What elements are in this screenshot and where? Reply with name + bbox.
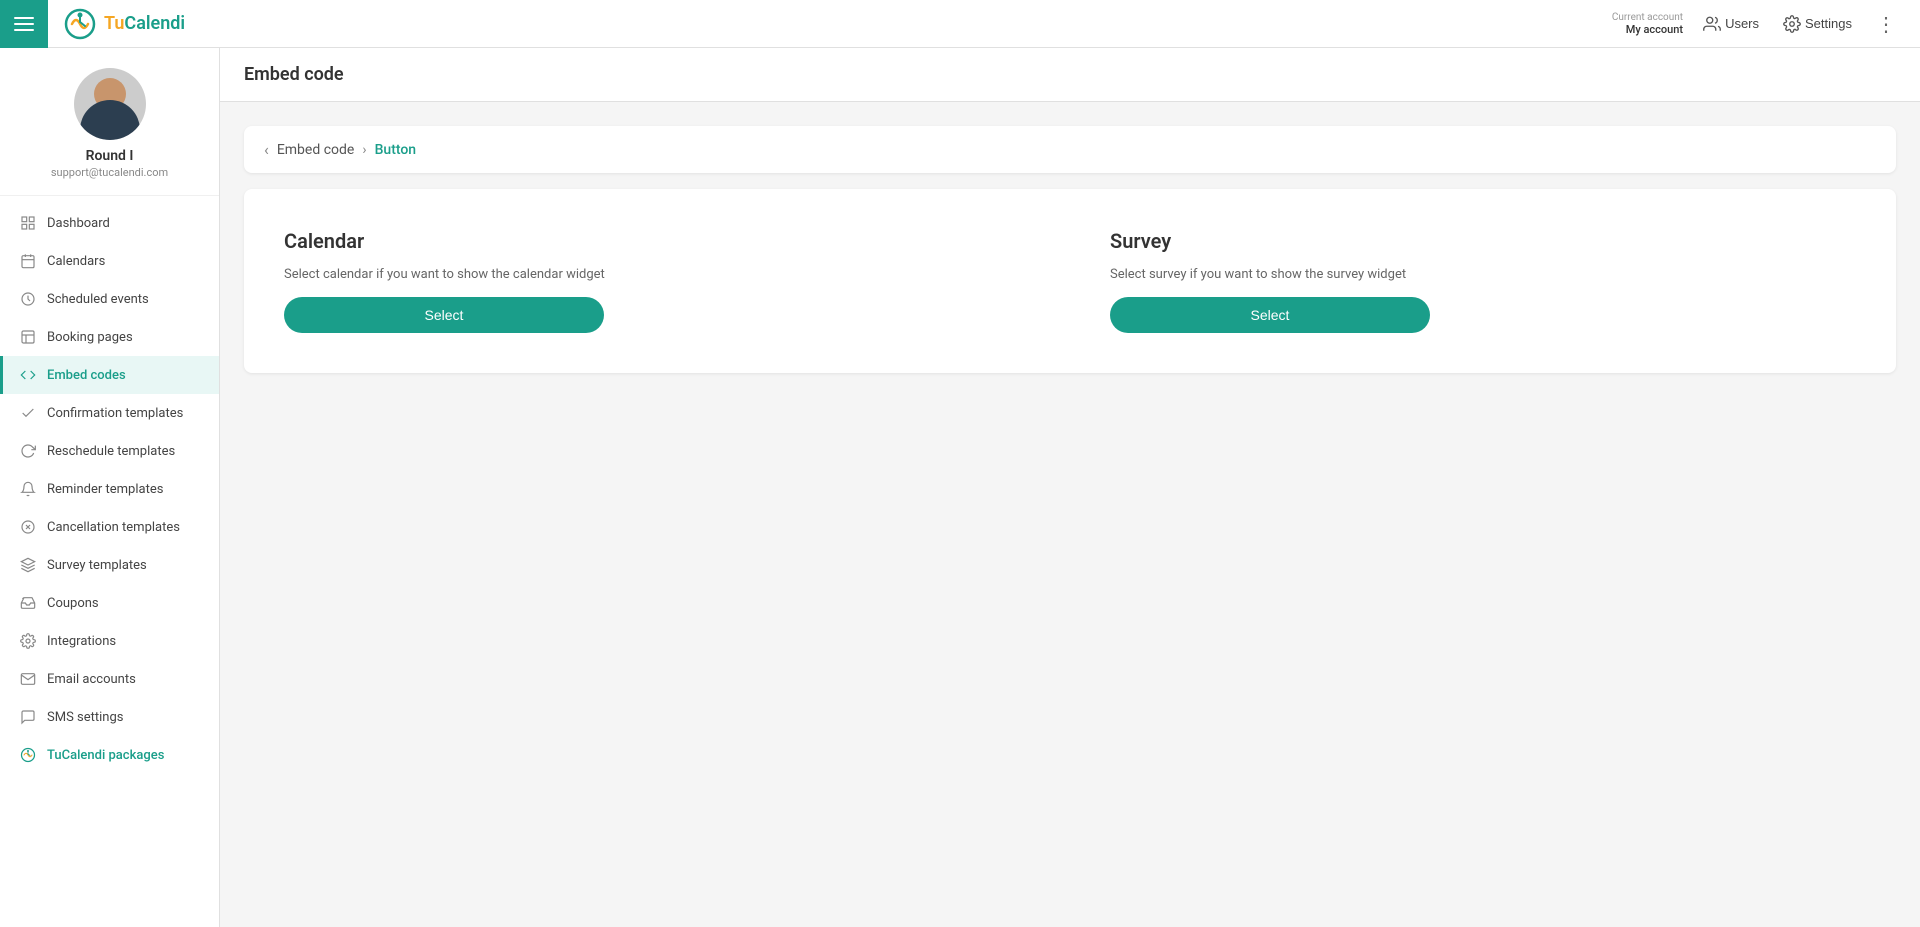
sidebar-item-embed-codes[interactable]: Embed codes bbox=[0, 356, 219, 394]
profile-name: Round I bbox=[86, 148, 134, 164]
page-title: Embed code bbox=[244, 64, 1896, 85]
account-info: Current account My account bbox=[1612, 12, 1683, 36]
sidebar-item-integrations[interactable]: Integrations bbox=[0, 622, 219, 660]
calendar-icon bbox=[19, 252, 37, 270]
settings-icon bbox=[1783, 15, 1801, 33]
sidebar-item-label: Reschedule templates bbox=[47, 444, 175, 459]
sidebar-item-label: Integrations bbox=[47, 634, 116, 649]
sidebar-item-label: Survey templates bbox=[47, 558, 147, 573]
calendar-option-title: Calendar bbox=[284, 229, 1030, 253]
survey-option-title: Survey bbox=[1110, 229, 1856, 253]
topbar: TuCalendi Current account My account Use… bbox=[0, 0, 1920, 48]
sidebar-item-scheduled-events[interactable]: Scheduled events bbox=[0, 280, 219, 318]
sidebar-item-survey-templates[interactable]: Survey templates bbox=[0, 546, 219, 584]
mail-icon bbox=[19, 670, 37, 688]
profile-email: support@tucalendi.com bbox=[51, 166, 168, 179]
topbar-right: Current account My account Users Setting… bbox=[1612, 8, 1920, 40]
sidebar-item-booking-pages[interactable]: Booking pages bbox=[0, 318, 219, 356]
x-circle-icon bbox=[19, 518, 37, 536]
sidebar-item-label: Confirmation templates bbox=[47, 406, 183, 421]
survey-select-button[interactable]: Select bbox=[1110, 297, 1430, 333]
grid-icon bbox=[19, 214, 37, 232]
inbox-icon bbox=[19, 594, 37, 612]
sidebar-item-label: TuCalendi packages bbox=[47, 748, 164, 763]
calendar-select-button[interactable]: Select bbox=[284, 297, 604, 333]
sidebar-item-confirmation-templates[interactable]: Confirmation templates bbox=[0, 394, 219, 432]
content: Embed code ‹ Embed code › Button Calenda… bbox=[220, 48, 1920, 927]
survey-option: Survey Select survey if you want to show… bbox=[1110, 229, 1856, 333]
sidebar-item-label: Dashboard bbox=[47, 216, 110, 231]
breadcrumb-back-button[interactable]: ‹ bbox=[264, 140, 269, 159]
logo-icon bbox=[64, 8, 96, 40]
refresh-icon bbox=[19, 442, 37, 460]
sidebar-item-tucalendi-packages[interactable]: TuCalendi packages bbox=[0, 736, 219, 774]
sidebar-item-cancellation-templates[interactable]: Cancellation templates bbox=[0, 508, 219, 546]
sidebar-item-label: Email accounts bbox=[47, 672, 136, 687]
sidebar-item-coupons[interactable]: Coupons bbox=[0, 584, 219, 622]
sidebar-item-label: Scheduled events bbox=[47, 292, 149, 307]
layers-icon bbox=[19, 556, 37, 574]
sidebar-item-label: SMS settings bbox=[47, 710, 123, 725]
clock-icon bbox=[19, 290, 37, 308]
more-button[interactable]: ⋮ bbox=[1868, 8, 1904, 40]
calendar-option: Calendar Select calendar if you want to … bbox=[284, 229, 1030, 333]
check-icon bbox=[19, 404, 37, 422]
calendar-option-description: Select calendar if you want to show the … bbox=[284, 265, 1030, 285]
sidebar-item-label: Booking pages bbox=[47, 330, 133, 345]
settings-button[interactable]: Settings bbox=[1775, 11, 1860, 37]
bell-icon bbox=[19, 480, 37, 498]
content-body: ‹ Embed code › Button Calendar Select ca… bbox=[220, 102, 1920, 397]
sidebar-item-email-accounts[interactable]: Email accounts bbox=[0, 660, 219, 698]
integrations-icon bbox=[19, 632, 37, 650]
tucalendi-logo-icon bbox=[19, 746, 37, 764]
code-icon bbox=[19, 366, 37, 384]
sidebar-item-reschedule-templates[interactable]: Reschedule templates bbox=[0, 432, 219, 470]
sidebar-item-label: Reminder templates bbox=[47, 482, 163, 497]
logo[interactable]: TuCalendi bbox=[48, 8, 201, 40]
logo-text: TuCalendi bbox=[104, 13, 185, 34]
sidebar-item-label: Calendars bbox=[47, 254, 105, 269]
avatar bbox=[74, 68, 146, 140]
sidebar-item-sms-settings[interactable]: SMS settings bbox=[0, 698, 219, 736]
breadcrumb-card: ‹ Embed code › Button bbox=[244, 126, 1896, 173]
breadcrumb-current: Button bbox=[375, 142, 417, 158]
selection-card: Calendar Select calendar if you want to … bbox=[244, 189, 1896, 373]
breadcrumb-parent[interactable]: Embed code bbox=[277, 142, 355, 158]
sidebar-item-reminder-templates[interactable]: Reminder templates bbox=[0, 470, 219, 508]
sidebar-item-label: Embed codes bbox=[47, 368, 126, 383]
users-icon bbox=[1703, 15, 1721, 33]
sidebar-profile: Round I support@tucalendi.com bbox=[0, 48, 219, 196]
users-button[interactable]: Users bbox=[1695, 11, 1767, 37]
content-header: Embed code bbox=[220, 48, 1920, 102]
sidebar-item-calendars[interactable]: Calendars bbox=[0, 242, 219, 280]
sidebar-item-label: Cancellation templates bbox=[47, 520, 180, 535]
survey-option-description: Select survey if you want to show the su… bbox=[1110, 265, 1856, 285]
main-layout: Round I support@tucalendi.com Dashboard bbox=[0, 48, 1920, 927]
bookmark-icon bbox=[19, 328, 37, 346]
avatar-image bbox=[74, 68, 146, 140]
sidebar-item-dashboard[interactable]: Dashboard bbox=[0, 204, 219, 242]
hamburger-icon bbox=[14, 17, 34, 31]
sidebar-nav: Dashboard Calendars Scheduled events bbox=[0, 196, 219, 927]
breadcrumb-chevron-icon: › bbox=[362, 142, 366, 158]
sidebar: Round I support@tucalendi.com Dashboard bbox=[0, 48, 220, 927]
message-icon bbox=[19, 708, 37, 726]
sidebar-item-label: Coupons bbox=[47, 596, 99, 611]
hamburger-button[interactable] bbox=[0, 0, 48, 48]
